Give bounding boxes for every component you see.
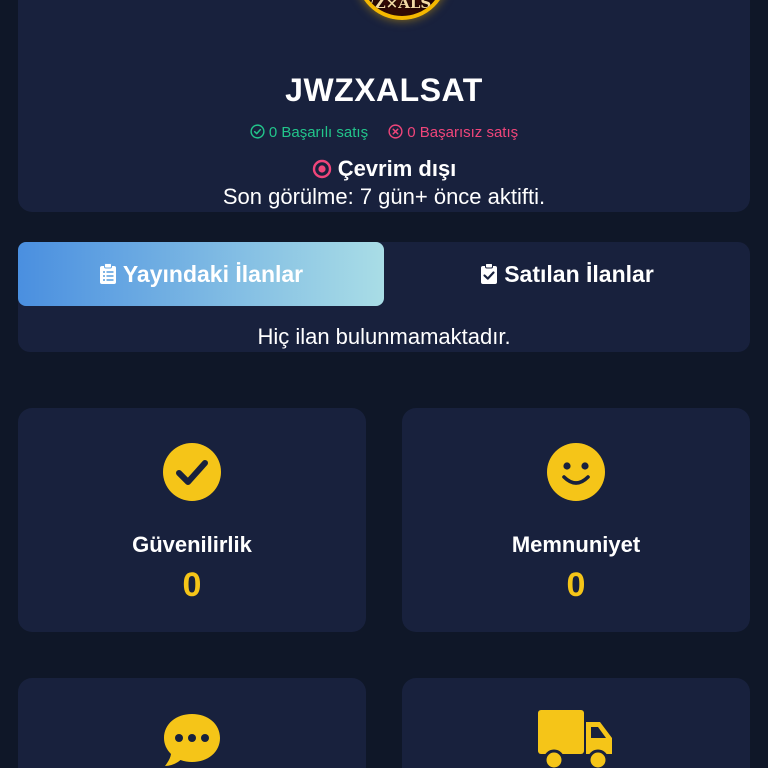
sales-stats: 0 Başarılı satış 0 Başarısız satış — [0, 124, 768, 141]
smile-icon — [547, 443, 605, 501]
delivery-card — [402, 678, 750, 768]
clipboard-list-icon — [99, 263, 116, 284]
reliability-label: Güvenilirlik — [132, 532, 252, 557]
avatar: JWZ×ALSAT — [356, 0, 448, 20]
reliability-card: Güvenilirlik 0 — [18, 408, 366, 632]
tab-sold-listings[interactable]: Satılan İlanlar — [384, 242, 750, 306]
satisfaction-value: 0 — [566, 566, 586, 604]
check-circle-icon — [163, 443, 221, 501]
failed-sales-text: 0 Başarısız satış — [407, 124, 519, 141]
online-status: Çevrim dışı — [0, 156, 768, 182]
tab-active-label: Yayındaki İlanlar — [122, 260, 304, 287]
empty-listings-message: Hiç ilan bulunmamaktadır. — [257, 324, 511, 349]
offline-dot-icon — [312, 159, 331, 179]
check-circle-outline-icon — [250, 124, 265, 139]
reliability-value: 0 — [182, 566, 202, 604]
satisfaction-label: Memnuniyet — [511, 532, 641, 557]
truck-icon — [538, 710, 612, 768]
successful-sales-text: 0 Başarılı satış — [268, 124, 369, 141]
successful-sales: 0 Başarılı satış — [250, 124, 372, 141]
status-text: Çevrim dışı — [337, 156, 457, 181]
clipboard-check-icon — [481, 263, 498, 284]
communication-card — [18, 678, 366, 768]
last-seen: Son görülme: 7 gün+ önce aktifti. — [222, 184, 546, 209]
x-circle-outline-icon — [388, 124, 403, 139]
listings-tabs-card: Yayındaki İlanlar Satılan İlanlar Hiç il… — [18, 242, 750, 352]
satisfaction-card: Memnuniyet 0 — [402, 408, 750, 632]
comment-dots-icon — [164, 714, 220, 766]
failed-sales: 0 Başarısız satış — [388, 124, 518, 141]
username: JWZXALSAT — [285, 72, 483, 108]
tab-active-listings[interactable]: Yayındaki İlanlar — [18, 242, 384, 306]
tab-inactive-label: Satılan İlanlar — [504, 260, 654, 287]
avatar-logo-text: JWZ×ALSAT — [357, 0, 448, 12]
